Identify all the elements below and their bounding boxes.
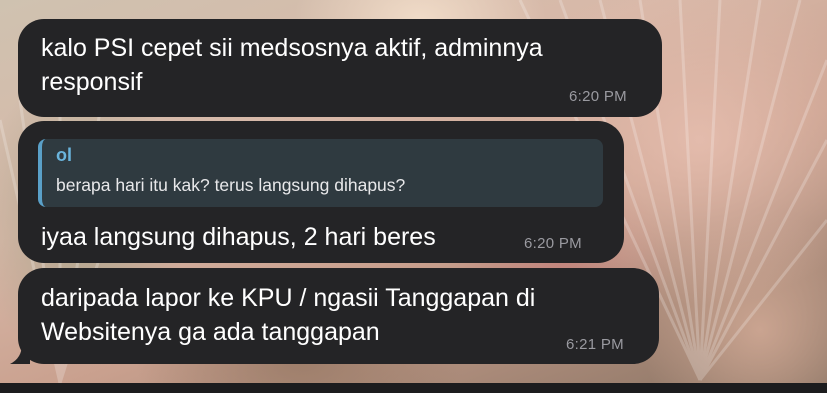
message-text: iyaa langsung dihapus, 2 hari beres (41, 223, 436, 251)
message-bubble-3[interactable]: daripada lapor ke KPU / ngasii Tanggapan… (18, 268, 659, 364)
reply-text: berapa hari itu kak? terus langsung diha… (56, 175, 406, 195)
message-text: daripada lapor ke KPU / ngasii Tanggapan… (41, 284, 536, 346)
reply-quote[interactable]: ol berapa hari itu kak? terus langsung d… (38, 139, 603, 207)
message-bubble-2[interactable]: ol berapa hari itu kak? terus langsung d… (18, 121, 624, 263)
message-timestamp: 6:20 PM (524, 235, 582, 252)
message-timestamp: 6:21 PM (566, 336, 624, 353)
message-bubble-1[interactable]: kalo PSI cepet sii medsosnya aktif, admi… (18, 19, 662, 117)
message-tail-icon (10, 344, 30, 364)
bottom-bar (0, 383, 827, 393)
message-timestamp: 6:20 PM (569, 88, 627, 105)
message-text: kalo PSI cepet sii medsosnya aktif, admi… (41, 34, 543, 96)
reply-author: ol (56, 145, 72, 165)
